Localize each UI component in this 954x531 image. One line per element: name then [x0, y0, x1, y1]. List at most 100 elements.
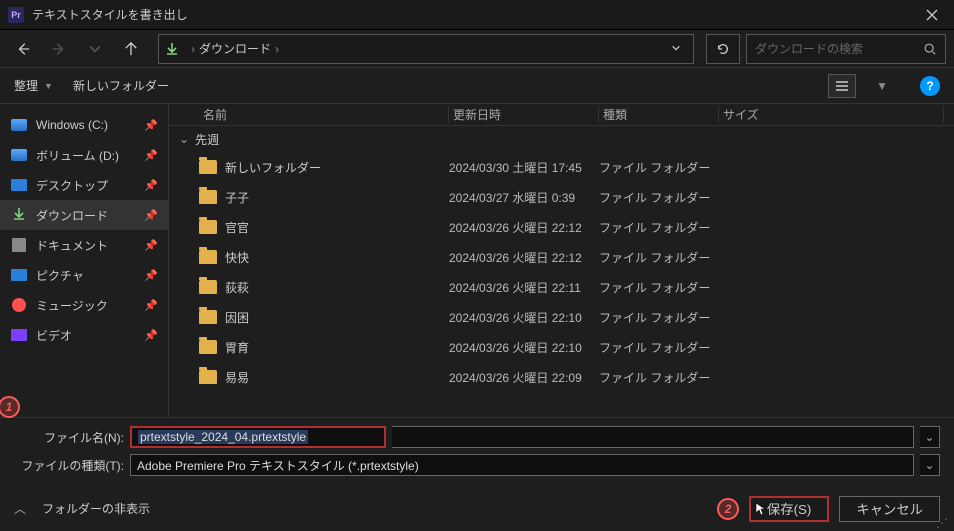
pin-icon: 📌	[144, 269, 158, 282]
file-date: 2024/03/26 火曜日 22:12	[449, 219, 599, 236]
sidebar-item[interactable]: ダウンロード📌	[0, 200, 168, 230]
view-mode-button[interactable]	[828, 74, 856, 98]
search-input[interactable]: ダウンロードの検索	[746, 34, 946, 64]
sidebar-item[interactable]: ミュージック 📌	[0, 290, 168, 320]
new-folder-button[interactable]: 新しいフォルダー	[73, 77, 169, 94]
file-type: ファイル フォルダー	[599, 159, 719, 176]
file-name: 因困	[225, 309, 449, 326]
file-row[interactable]: 子子2024/03/27 水曜日 0:39ファイル フォルダー	[169, 182, 954, 212]
help-button[interactable]: ?	[920, 76, 940, 96]
filetype-dropdown[interactable]: ⌄	[920, 454, 940, 476]
sidebar-item-label: ミュージック	[36, 297, 136, 314]
file-list[interactable]: ⌄ 先週 新しいフォルダー2024/03/30 土曜日 17:45ファイル フォ…	[169, 126, 954, 417]
organize-button[interactable]: 整理▼	[14, 77, 53, 94]
search-icon	[923, 42, 937, 56]
drive-icon	[10, 118, 28, 132]
filename-value: prtextstyle_2024_04.prtextstyle	[138, 430, 308, 444]
chevron-up-icon[interactable]: ︿	[14, 500, 26, 517]
col-date[interactable]: 更新日時	[449, 106, 599, 123]
file-name: 官官	[225, 219, 449, 236]
chevron-down-icon	[88, 42, 102, 56]
col-name[interactable]: 名前	[199, 106, 449, 123]
new-folder-label: 新しいフォルダー	[73, 77, 169, 94]
chevron-down-icon	[671, 43, 681, 53]
footer: ︿ フォルダーの非表示 2 保存(S) キャンセル ⋰	[0, 486, 954, 531]
sidebar-item[interactable]: デスクトップ 📌	[0, 170, 168, 200]
refresh-button[interactable]	[706, 34, 740, 64]
sidebar-item-label: ドキュメント	[36, 237, 136, 254]
address-dropdown[interactable]	[665, 42, 687, 56]
filename-dropdown[interactable]: ⌄	[920, 426, 940, 448]
sidebar-item[interactable]: Windows (C:)📌	[0, 110, 168, 140]
drive-icon	[10, 148, 28, 162]
sidebar-item[interactable]: ビデオ📌	[0, 320, 168, 350]
file-date: 2024/03/26 火曜日 22:10	[449, 309, 599, 326]
video-icon	[10, 328, 28, 342]
app-icon: Pr	[8, 7, 24, 23]
group-header[interactable]: ⌄ 先週	[169, 126, 954, 152]
sidebar-item[interactable]: ドキュメント📌	[0, 230, 168, 260]
pin-icon: 📌	[144, 179, 158, 192]
hide-folders-button[interactable]: フォルダーの非表示	[42, 500, 707, 517]
forward-button[interactable]	[44, 35, 74, 63]
pic-icon	[10, 268, 28, 282]
close-button[interactable]	[909, 0, 954, 30]
file-type: ファイル フォルダー	[599, 369, 719, 386]
sidebar-item-label: ピクチャ	[36, 267, 136, 284]
file-row[interactable]: 易易2024/03/26 火曜日 22:09ファイル フォルダー	[169, 362, 954, 392]
resize-grip[interactable]: ⋰	[936, 519, 948, 527]
sidebar-item[interactable]: ピクチャ 📌	[0, 260, 168, 290]
view-dropdown[interactable]: ▼	[876, 79, 888, 93]
cursor-icon	[755, 502, 767, 516]
folder-icon	[199, 370, 217, 384]
file-date: 2024/03/26 火曜日 22:10	[449, 339, 599, 356]
arrow-up-icon	[124, 42, 138, 56]
address-bar[interactable]: › ダウンロード ›	[158, 34, 694, 64]
folder-icon	[199, 190, 217, 204]
file-type: ファイル フォルダー	[599, 279, 719, 296]
file-row[interactable]: 胃育2024/03/26 火曜日 22:10ファイル フォルダー	[169, 332, 954, 362]
filename-input[interactable]: prtextstyle_2024_04.prtextstyle	[130, 426, 386, 448]
recent-button[interactable]	[80, 35, 110, 63]
column-header[interactable]: 名前 更新日時 種類 サイズ	[169, 104, 954, 126]
breadcrumb-current[interactable]: ダウンロード	[199, 40, 271, 57]
music-icon	[10, 298, 28, 312]
chevron-down-icon: ⌄	[179, 132, 189, 146]
pin-icon: 📌	[144, 299, 158, 312]
sidebar-item[interactable]: ボリューム (D:)📌	[0, 140, 168, 170]
col-size[interactable]: サイズ	[719, 106, 944, 123]
folder-icon	[199, 220, 217, 234]
sidebar-item-label: ダウンロード	[36, 207, 136, 224]
file-row[interactable]: 因困2024/03/26 火曜日 22:10ファイル フォルダー	[169, 302, 954, 332]
list-icon	[835, 80, 849, 92]
dialog-title: テキストスタイルを書き出し	[32, 6, 909, 23]
sidebar-item-label: デスクトップ	[36, 177, 136, 194]
cancel-button[interactable]: キャンセル	[839, 496, 940, 522]
bottom-fields: 1 ファイル名(N): prtextstyle_2024_04.prtextst…	[0, 417, 954, 486]
sidebar-item-label: Windows (C:)	[36, 118, 136, 132]
file-date: 2024/03/26 火曜日 22:12	[449, 249, 599, 266]
file-row[interactable]: 官官2024/03/26 火曜日 22:12ファイル フォルダー	[169, 212, 954, 242]
back-button[interactable]	[8, 35, 38, 63]
search-placeholder: ダウンロードの検索	[755, 40, 923, 57]
filetype-select[interactable]: Adobe Premiere Pro テキストスタイル (*.prtextsty…	[130, 454, 914, 476]
filetype-label: ファイルの種類(T):	[14, 457, 124, 474]
file-name: 快快	[225, 249, 449, 266]
file-row[interactable]: 新しいフォルダー2024/03/30 土曜日 17:45ファイル フォルダー	[169, 152, 954, 182]
file-name: 荻萩	[225, 279, 449, 296]
file-type: ファイル フォルダー	[599, 219, 719, 236]
sidebar-item-label: ビデオ	[36, 327, 136, 344]
col-type[interactable]: 種類	[599, 106, 719, 123]
organize-label: 整理	[14, 77, 38, 94]
save-button[interactable]: 保存(S)	[749, 496, 829, 522]
file-row[interactable]: 快快2024/03/26 火曜日 22:12ファイル フォルダー	[169, 242, 954, 272]
filename-input-extend[interactable]	[392, 426, 914, 448]
close-icon	[926, 9, 938, 21]
folder-icon	[199, 310, 217, 324]
sidebar-item-label: ボリューム (D:)	[36, 147, 136, 164]
file-row[interactable]: 荻萩2024/03/26 火曜日 22:11ファイル フォルダー	[169, 272, 954, 302]
up-button[interactable]	[116, 35, 146, 63]
filename-label: ファイル名(N):	[14, 429, 124, 446]
filetype-value: Adobe Premiere Pro テキストスタイル (*.prtextsty…	[137, 457, 419, 474]
breadcrumb-sep: ›	[275, 42, 279, 56]
